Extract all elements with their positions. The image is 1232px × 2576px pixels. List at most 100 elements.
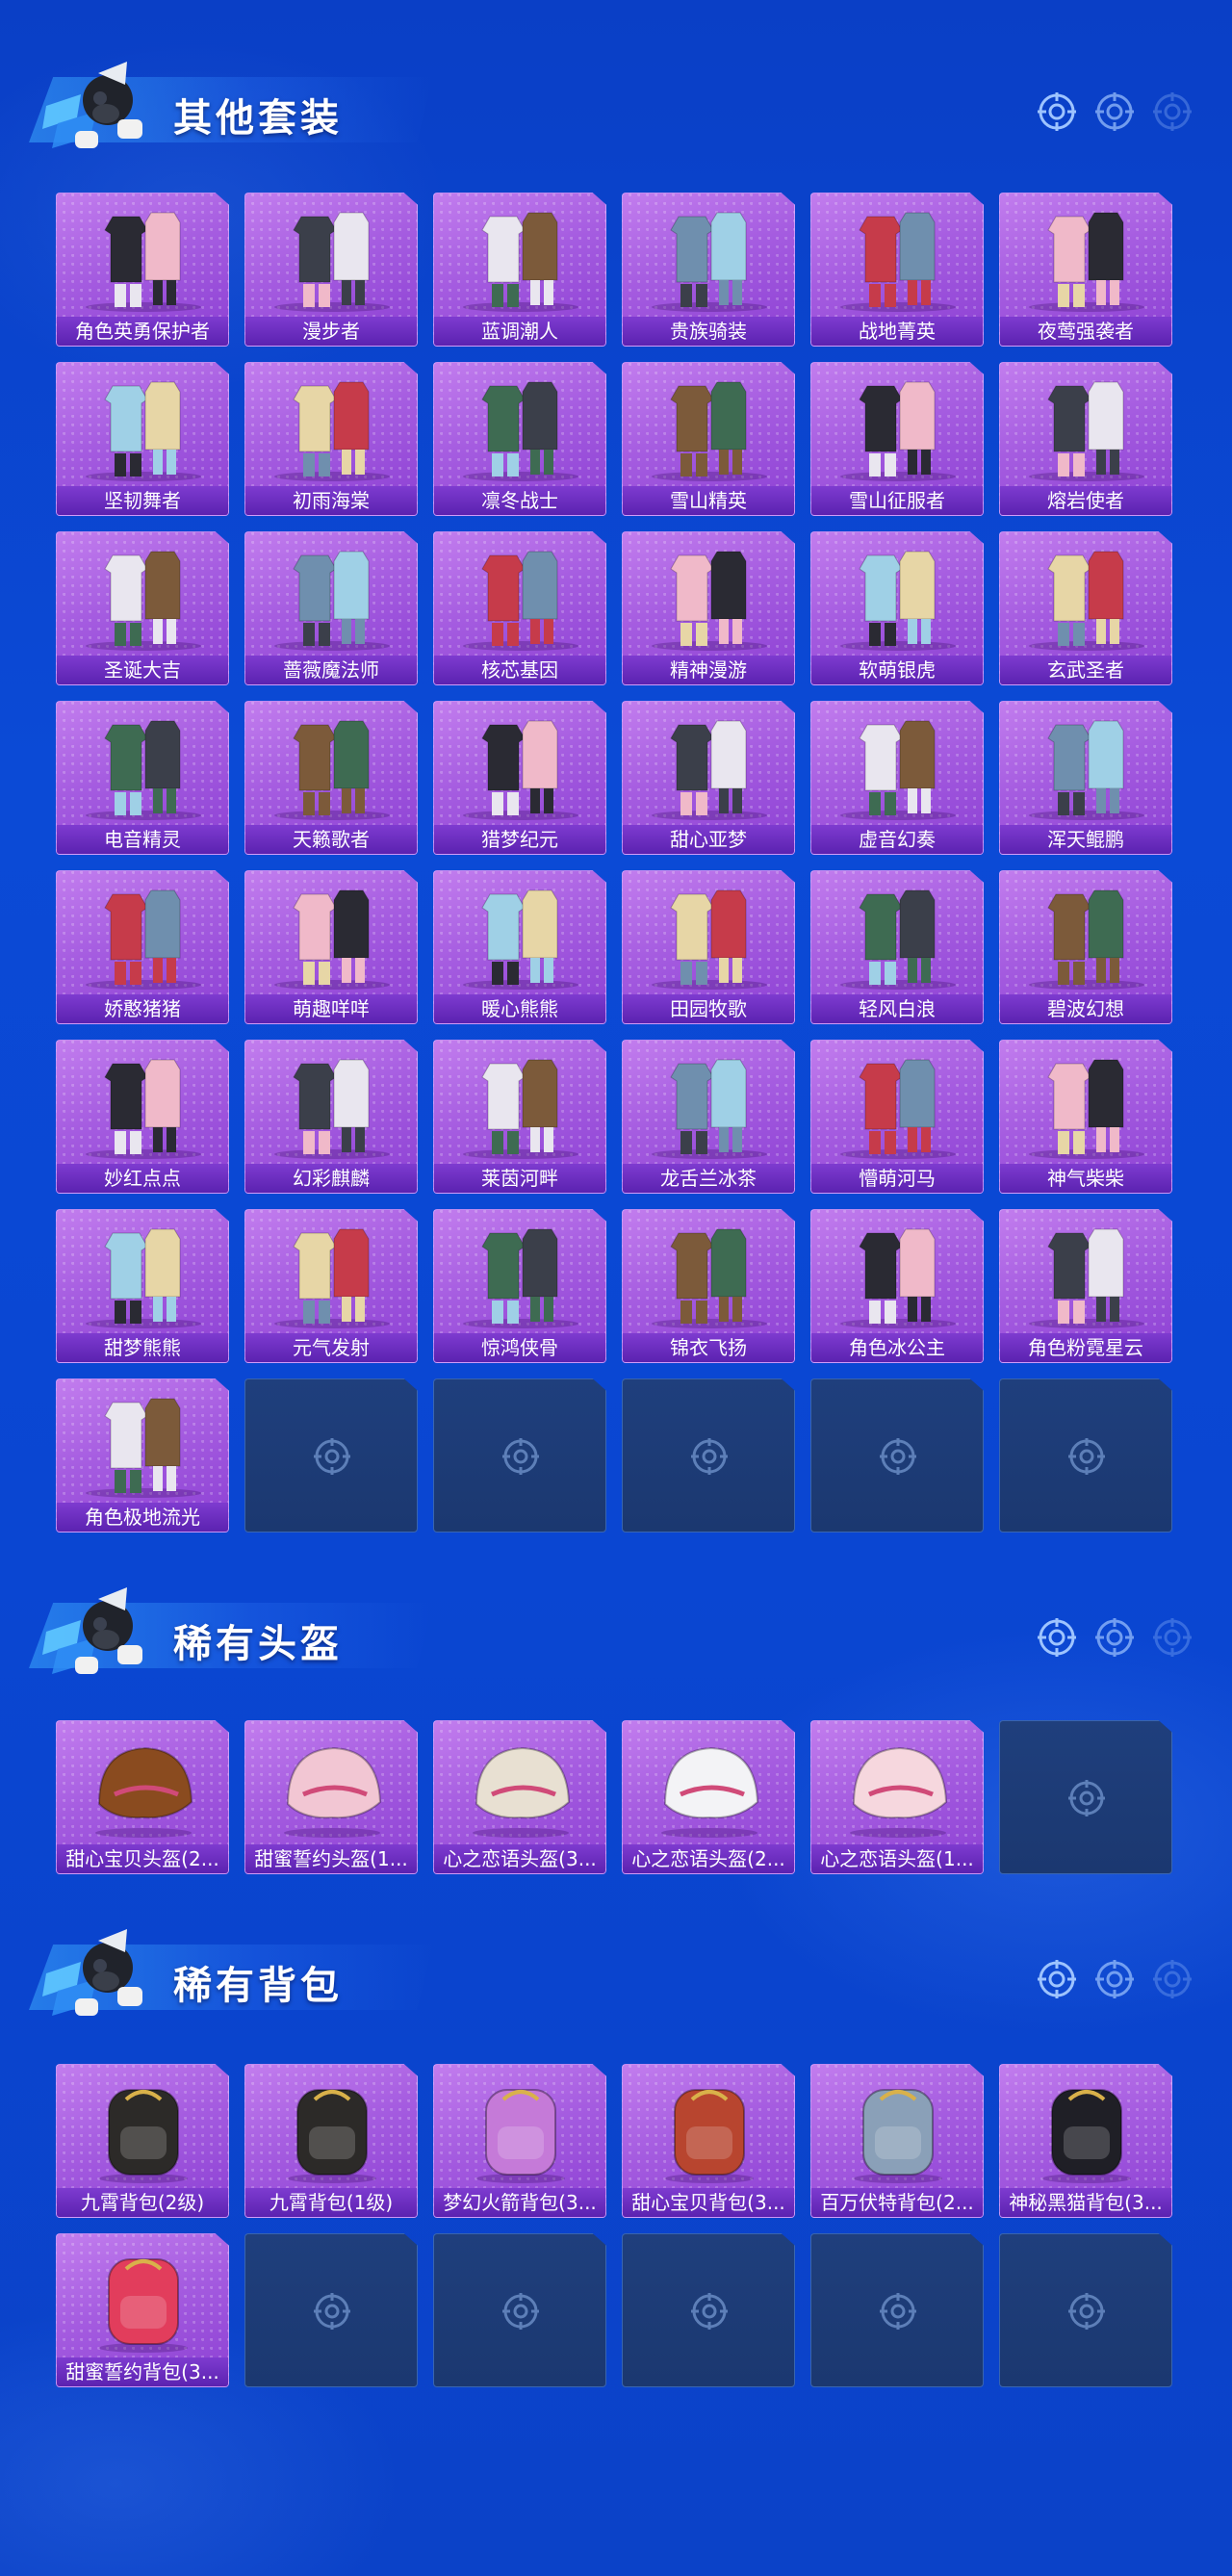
item-card[interactable]: 战地菁英	[810, 193, 984, 347]
volt-backpack-icon	[854, 2089, 942, 2183]
item-label: 角色英勇保护者	[57, 317, 228, 346]
item-card[interactable]: 初雨海棠	[244, 362, 418, 516]
item-card[interactable]: 核芯基因	[433, 531, 606, 685]
item-label: 田园牧歌	[623, 994, 794, 1023]
item-card[interactable]: 蔷薇魔法师	[244, 531, 418, 685]
dream-bear-outfit-icon	[86, 1228, 201, 1328]
item-card[interactable]: 心之恋语头盔(1...	[810, 1720, 984, 1874]
section-header: 稀有头盔	[0, 1568, 1232, 1674]
item-card[interactable]: 锦衣飞扬	[622, 1209, 795, 1363]
item-label: 碧波幻想	[1000, 994, 1171, 1023]
crosshair-icon	[314, 1438, 350, 1475]
item-card[interactable]: 龙舌兰冰茶	[622, 1040, 795, 1194]
item-card[interactable]: 暖心熊熊	[433, 870, 606, 1024]
item-card[interactable]: 梦幻火箭背包(3...	[433, 2064, 606, 2218]
item-card[interactable]: 角色粉霓星云	[999, 1209, 1172, 1363]
item-card[interactable]: 电音精灵	[56, 701, 229, 855]
item-label: 核芯基因	[434, 656, 605, 684]
kunpeng-outfit-icon	[1029, 720, 1144, 820]
item-card[interactable]: 雪山征服者	[810, 362, 984, 516]
item-card[interactable]: 甜心宝贝头盔(2...	[56, 1720, 229, 1874]
item-card[interactable]: 夜莺强袭者	[999, 193, 1172, 347]
item-card[interactable]: 惊鸿侠骨	[433, 1209, 606, 1363]
crosshair-icon	[1068, 1780, 1105, 1816]
item-card[interactable]: 圣诞大吉	[56, 531, 229, 685]
bow-backpack-icon	[99, 2258, 188, 2353]
dream-outfit-icon	[463, 720, 578, 820]
item-card[interactable]: 娇憨猪猪	[56, 870, 229, 1024]
empty-slot	[810, 2233, 984, 2387]
christmas-outfit-icon	[86, 551, 201, 651]
item-card[interactable]: 元气发射	[244, 1209, 418, 1363]
item-card[interactable]: 甜梦熊熊	[56, 1209, 229, 1363]
item-card[interactable]: 神秘黑猫背包(3...	[999, 2064, 1172, 2218]
item-card[interactable]: 田园牧歌	[622, 870, 795, 1024]
item-card[interactable]: 玄武圣者	[999, 531, 1172, 685]
item-label: 心之恋语头盔(1...	[811, 1844, 983, 1873]
item-card[interactable]: 萌趣咩咩	[244, 870, 418, 1024]
item-card[interactable]: 雪山精英	[622, 362, 795, 516]
item-card[interactable]: 甜蜜誓约头盔(1...	[244, 1720, 418, 1874]
item-card[interactable]: 碧波幻想	[999, 870, 1172, 1024]
sweetheart-outfit-icon	[652, 720, 767, 820]
item-label: 惊鸿侠骨	[434, 1333, 605, 1362]
jade-outfit-icon	[1029, 551, 1144, 651]
empty-slot	[433, 2233, 606, 2387]
mascot-logo-icon	[42, 1587, 142, 1674]
heart-helmet-lv3-icon	[473, 1746, 571, 1838]
item-card[interactable]: 懵萌河马	[810, 1040, 984, 1194]
pastoral-outfit-icon	[652, 889, 767, 990]
crosshair-icon	[1095, 1618, 1134, 1657]
wanderer-outfit-icon	[652, 551, 767, 651]
item-card[interactable]: 甜心亚梦	[622, 701, 795, 855]
item-card[interactable]: 九霄背包(1级)	[244, 2064, 418, 2218]
shiba-outfit-icon	[1029, 1059, 1144, 1159]
item-card[interactable]: 妙红点点	[56, 1040, 229, 1194]
item-card[interactable]: 天籁歌者	[244, 701, 418, 855]
section-rare-backpacks: 稀有背包 九霄背包(2级) 九霄背包(1级) 梦幻火箭背包(3... 甜心宝贝背包(3…	[0, 1910, 1232, 2387]
item-card[interactable]: 角色冰公主	[810, 1209, 984, 1363]
item-label: 角色冰公主	[811, 1333, 983, 1362]
item-label: 蔷薇魔法师	[245, 656, 417, 684]
crosshair-icon	[691, 1438, 728, 1475]
item-card[interactable]: 百万伏特背包(2...	[810, 2064, 984, 2218]
crosshair-icon	[880, 2293, 916, 2330]
crosshair-icon	[1038, 1618, 1076, 1657]
item-card[interactable]: 蓝调潮人	[433, 193, 606, 347]
item-label: 龙舌兰冰茶	[623, 1164, 794, 1193]
item-card[interactable]: 熔岩使者	[999, 362, 1172, 516]
item-card[interactable]: 心之恋语头盔(2...	[622, 1720, 795, 1874]
item-card[interactable]: 角色英勇保护者	[56, 193, 229, 347]
item-label: 角色极地流光	[57, 1503, 228, 1532]
breeze-outfit-icon	[840, 889, 956, 990]
item-card[interactable]: 猎梦纪元	[433, 701, 606, 855]
electro-outfit-icon	[86, 720, 201, 820]
item-card[interactable]: 角色极地流光	[56, 1378, 229, 1533]
item-label: 神气柴柴	[1000, 1164, 1171, 1193]
item-card[interactable]: 幻彩麒麟	[244, 1040, 418, 1194]
item-label: 莱茵河畔	[434, 1164, 605, 1193]
item-card[interactable]: 软萌银虎	[810, 531, 984, 685]
item-label: 梦幻火箭背包(3...	[434, 2188, 605, 2217]
mascot-logo-icon	[42, 1929, 142, 2016]
item-card[interactable]: 甜蜜誓约背包(3...	[56, 2233, 229, 2387]
item-card[interactable]: 凛冬战士	[433, 362, 606, 516]
item-card[interactable]: 漫步者	[244, 193, 418, 347]
crosshair-icon	[1095, 1960, 1134, 1998]
item-card[interactable]: 精神漫游	[622, 531, 795, 685]
item-card[interactable]: 神气柴柴	[999, 1040, 1172, 1194]
item-card[interactable]: 坚韧舞者	[56, 362, 229, 516]
item-card[interactable]: 心之恋语头盔(3...	[433, 1720, 606, 1874]
item-card[interactable]: 莱茵河畔	[433, 1040, 606, 1194]
item-card[interactable]: 浑天鲲鹏	[999, 701, 1172, 855]
item-card[interactable]: 轻风白浪	[810, 870, 984, 1024]
item-card[interactable]: 贵族骑装	[622, 193, 795, 347]
item-label: 轻风白浪	[811, 994, 983, 1023]
item-card[interactable]: 甜心宝贝背包(3...	[622, 2064, 795, 2218]
lava-outfit-icon	[1029, 381, 1144, 481]
rose-mage-outfit-icon	[274, 551, 390, 651]
item-card[interactable]: 虚音幻奏	[810, 701, 984, 855]
item-label: 漫步者	[245, 317, 417, 346]
gold-backpack-lv2-icon	[99, 2089, 188, 2183]
item-card[interactable]: 九霄背包(2级)	[56, 2064, 229, 2218]
